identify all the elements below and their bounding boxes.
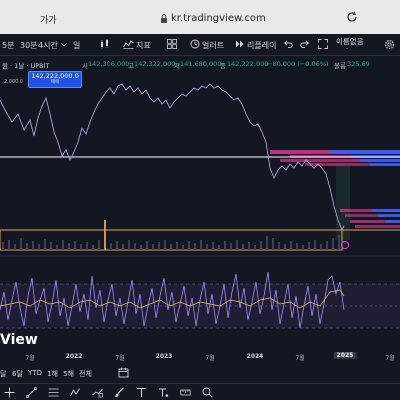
time-tick: 2023 bbox=[155, 353, 173, 360]
tradingview-logo: View bbox=[0, 332, 38, 348]
calendar-range-icon[interactable] bbox=[118, 367, 129, 378]
chevron-down-icon[interactable] bbox=[61, 43, 67, 47]
close-label: 종 bbox=[220, 62, 226, 70]
settings-icon[interactable] bbox=[384, 39, 395, 50]
chart-toolbar: 5분 30분 4시간 일 지표 얼러트 리플레이 이름없음 - bbox=[0, 34, 400, 56]
low-value: 141,680,000 bbox=[180, 60, 222, 68]
symbol-ohlc-line: 원 · 1날 · UPBIT 시 142,306,000 고 142,322,0… bbox=[0, 58, 400, 70]
interval-day-button[interactable]: 일 bbox=[73, 40, 80, 51]
forecast-icon[interactable] bbox=[92, 387, 103, 398]
time-tick: 7월 bbox=[115, 355, 125, 362]
crosshair-icon[interactable] bbox=[4, 387, 15, 398]
reader-text-size-button[interactable]: 가가 bbox=[40, 13, 57, 26]
high-value: 142,322,000 bbox=[134, 60, 176, 68]
layout-name-sub: - bbox=[346, 45, 349, 52]
replay-button[interactable]: 리플레이 bbox=[247, 40, 276, 51]
volume-label: 볼륨 bbox=[334, 62, 346, 70]
trend-line-icon[interactable] bbox=[26, 387, 37, 398]
time-tick: 7월 bbox=[205, 355, 215, 362]
fullscreen-icon[interactable] bbox=[318, 39, 328, 49]
interval-5m-button[interactable]: 5분 bbox=[2, 40, 14, 51]
range-button[interactable]: 5해 bbox=[63, 369, 74, 379]
range-button[interactable]: YTD bbox=[28, 369, 42, 377]
time-tick: 7월 bbox=[295, 355, 305, 362]
price-scale-label: 2,000.0 bbox=[4, 79, 24, 85]
redo-icon[interactable] bbox=[300, 40, 309, 48]
date-range-bar: 달 6달 YTD 1해 5해 전체 bbox=[0, 367, 400, 381]
range-button[interactable]: 1해 bbox=[47, 369, 58, 379]
time-tick: 7월 bbox=[385, 355, 395, 362]
interval-4h-button[interactable]: 4시간 bbox=[38, 40, 58, 51]
range-button[interactable]: 전체 bbox=[79, 369, 92, 379]
text-icon[interactable] bbox=[136, 387, 147, 398]
symbol-name[interactable]: 원 · 1날 · UPBIT bbox=[2, 60, 50, 70]
volume-value: 325.69 bbox=[347, 60, 370, 68]
pattern-icon[interactable] bbox=[70, 387, 81, 398]
time-tick: 7월 bbox=[25, 355, 35, 362]
indicators-button[interactable]: 지표 bbox=[136, 40, 151, 51]
time-tick: 2024 bbox=[246, 353, 264, 360]
drawing-toolbar bbox=[0, 383, 400, 400]
alert-button[interactable]: 얼러트 bbox=[202, 40, 224, 51]
lock-icon bbox=[161, 14, 167, 23]
indicators-icon[interactable] bbox=[123, 39, 134, 49]
replay-icon[interactable] bbox=[235, 39, 245, 49]
layout-grid-icon[interactable] bbox=[167, 39, 177, 49]
browser-address-bar: 가가 kr.tradingview.com bbox=[0, 0, 400, 34]
range-button[interactable]: 6달 bbox=[12, 369, 23, 379]
undo-icon[interactable] bbox=[284, 40, 293, 48]
brush-icon[interactable] bbox=[114, 387, 125, 398]
bar-chart-icon[interactable] bbox=[100, 39, 110, 49]
fib-icon[interactable] bbox=[48, 387, 59, 398]
time-tick-current: 2025 bbox=[333, 352, 357, 359]
time-tick: 2022 bbox=[65, 353, 83, 360]
reload-icon[interactable] bbox=[346, 11, 358, 23]
zoom-icon[interactable] bbox=[202, 387, 213, 398]
close-value: 142,222,000 bbox=[227, 60, 269, 68]
time-axis[interactable]: 7월 2022 7월 2023 7월 2024 7월 2025 7월 bbox=[0, 350, 400, 364]
url-text: kr.tradingview.com bbox=[171, 13, 266, 24]
text-icon[interactable] bbox=[158, 387, 169, 398]
url-field[interactable]: kr.tradingview.com bbox=[160, 13, 266, 24]
measure-icon[interactable] bbox=[180, 387, 191, 398]
price-chart[interactable] bbox=[0, 70, 400, 360]
interval-30m-button[interactable]: 30분 bbox=[20, 40, 38, 51]
alert-clock-icon[interactable] bbox=[190, 39, 200, 49]
current-price-badge[interactable]: 142,222,000.0 매매 bbox=[28, 71, 82, 88]
range-button[interactable]: 달 bbox=[0, 369, 6, 379]
layout-name-button[interactable]: 이름없음 bbox=[336, 36, 364, 47]
open-value: 142,306,000 bbox=[88, 60, 130, 68]
change-value: −80,000 (−0.06%) bbox=[267, 60, 329, 68]
